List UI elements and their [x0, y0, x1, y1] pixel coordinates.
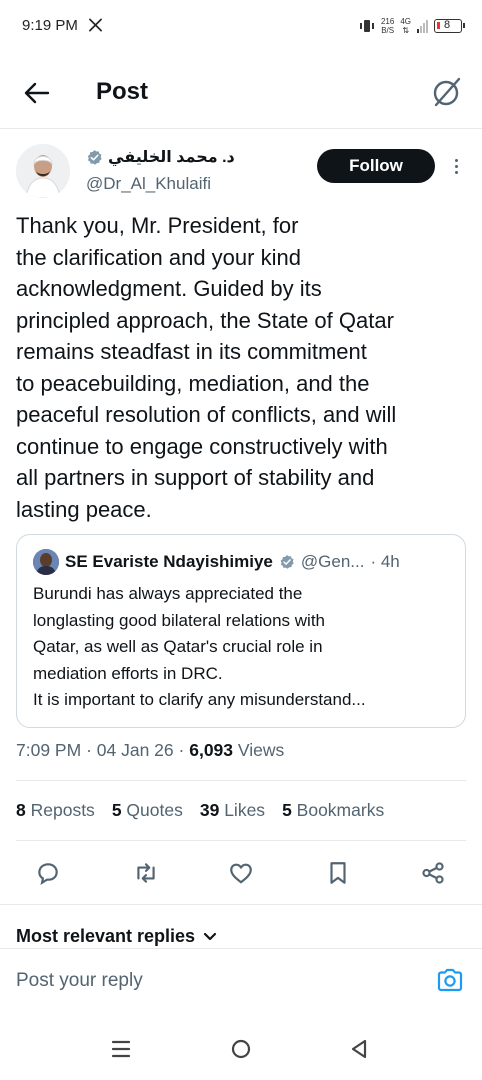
likes-stat[interactable]: 39 Likes — [200, 800, 265, 821]
quoted-author-name: SE Evariste Ndayishimiye — [65, 552, 273, 571]
verified-badge-icon — [280, 555, 294, 569]
data-arrows-icon: ⇅ — [402, 26, 410, 35]
quoted-post-age: · 4h — [370, 552, 400, 571]
quoted-post-text: Burundi has always appreciated the longl… — [33, 584, 366, 709]
stats-divider — [16, 840, 466, 841]
reply-bar-divider — [0, 948, 482, 949]
recents-button[interactable] — [108, 1036, 134, 1062]
views-label: Views — [237, 740, 285, 760]
chevron-down-icon — [203, 932, 217, 940]
status-indicators: 216 B/S 4G ⇅ 8 — [359, 15, 465, 37]
post-meta: 7:09 PM · 04 Jan 26 · 6,093 Views — [16, 740, 285, 760]
replies-sort-label: Most relevant replies — [16, 926, 196, 946]
network-speed: 216 B/S — [381, 17, 394, 35]
like-button[interactable] — [226, 858, 256, 888]
share-icon — [422, 862, 444, 884]
actions-divider — [0, 904, 482, 905]
arrow-left-icon — [24, 82, 50, 104]
post-time: 7:09 PM — [16, 740, 82, 760]
network-speed-value: 216 — [380, 17, 395, 26]
quoted-post-card[interactable]: SE Evariste Ndayishimiye @Gen... · 4h Bu… — [16, 534, 466, 728]
status-bar: 9:19 PM 216 B/S 4G ⇅ 8 — [0, 0, 482, 56]
verified-badge-icon — [87, 149, 102, 165]
action-bar — [0, 852, 482, 894]
repost-button[interactable] — [131, 858, 161, 888]
meta-divider — [16, 780, 466, 781]
bookmarks-stat[interactable]: 5 Bookmarks — [282, 800, 384, 821]
battery-level-fill — [437, 22, 440, 29]
more-options-button[interactable] — [449, 152, 463, 180]
like-icon — [230, 863, 252, 884]
vibrate-icon — [359, 20, 374, 32]
post-text: Thank you, Mr. President, for the clarif… — [16, 213, 397, 522]
back-nav-button[interactable] — [346, 1036, 372, 1062]
grok-icon[interactable] — [432, 75, 462, 109]
signal-icon — [417, 19, 428, 33]
reply-input[interactable]: Post your reply — [16, 970, 143, 992]
page-title: Post — [96, 78, 149, 105]
author-name: د. محمد الخليفي — [108, 149, 235, 166]
triangle-back-icon — [351, 1039, 367, 1059]
avatar-image — [16, 144, 70, 198]
camera-icon[interactable] — [436, 966, 464, 994]
post-date: 04 Jan 26 — [96, 740, 174, 760]
follow-button[interactable]: Follow — [317, 149, 435, 183]
header-divider — [0, 128, 482, 129]
share-button[interactable] — [418, 858, 448, 888]
author-name-row[interactable]: د. محمد الخليفي — [86, 147, 235, 167]
home-circle-icon — [231, 1039, 251, 1059]
network-type-label: 4G — [400, 17, 411, 26]
network-speed-unit: B/S — [381, 26, 395, 35]
home-button[interactable] — [228, 1036, 254, 1062]
battery-icon: 8 — [434, 19, 465, 33]
quoted-post-header: SE Evariste Ndayishimiye @Gen... · 4h — [33, 549, 400, 575]
engagement-stats: 8 Reposts 5 Quotes 39 Likes 5 Bookmarks — [16, 800, 384, 821]
x-logo-icon — [89, 18, 102, 32]
network-type: 4G ⇅ — [400, 17, 411, 35]
quotes-stat[interactable]: 5 Quotes — [112, 800, 183, 821]
top-app-bar: Post — [0, 62, 482, 124]
back-button[interactable] — [22, 78, 52, 108]
repost-icon — [137, 863, 155, 883]
battery-level: 8 — [444, 19, 451, 31]
reply-icon — [38, 863, 58, 885]
author-handle[interactable]: @Dr_Al_Khulaifi — [86, 174, 211, 194]
more-vertical-icon — [454, 158, 458, 162]
bookmark-icon — [330, 862, 346, 884]
author-avatar[interactable] — [16, 144, 70, 198]
views-count: 6,093 — [189, 740, 234, 760]
bookmark-button[interactable] — [323, 858, 353, 888]
reply-button[interactable] — [33, 858, 63, 888]
menu-icon — [111, 1040, 131, 1058]
system-nav-bar — [0, 1020, 482, 1080]
replies-sort-dropdown[interactable]: Most relevant replies — [16, 926, 217, 947]
status-time: 9:19 PM — [22, 17, 78, 34]
reposts-stat[interactable]: 8 Reposts — [16, 800, 95, 821]
quoted-author-handle: @Gen... — [300, 552, 365, 571]
quoted-author-avatar — [33, 549, 59, 575]
